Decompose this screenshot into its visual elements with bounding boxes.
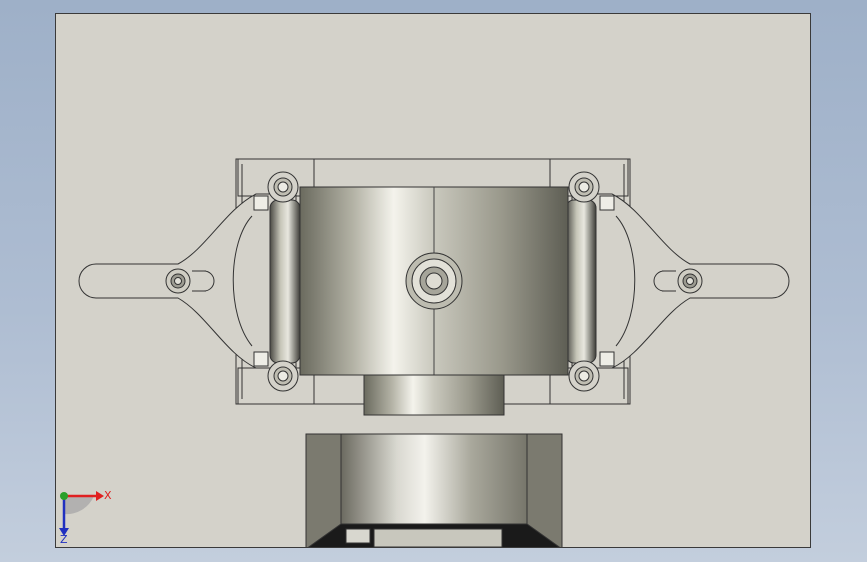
center-hub — [405, 252, 463, 310]
z-axis-label: Z — [60, 533, 68, 546]
model-drawing: X Z — [59, 158, 790, 547]
lower-shaft — [363, 374, 505, 416]
graphics-viewport[interactable]: X Z — [55, 13, 811, 548]
right-bearing — [565, 199, 597, 364]
left-bearing — [269, 199, 301, 364]
base-housing — [305, 433, 563, 547]
x-axis-label: X — [104, 489, 112, 502]
coordinate-triad-icon — [59, 491, 104, 536]
